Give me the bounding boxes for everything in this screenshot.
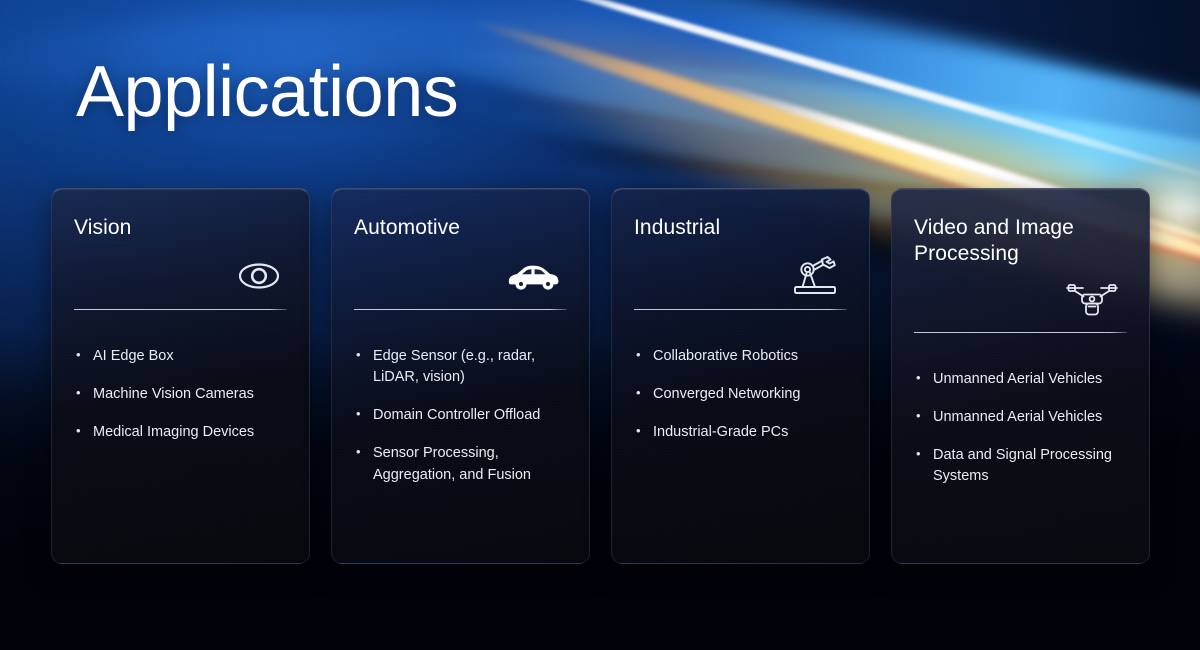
- card-industrial[interactable]: Industrial • Collaborative Robotics • Co…: [611, 188, 870, 564]
- list-item: Industrial-Grade PCs: [634, 421, 847, 443]
- list-item: Data and Signal Processing Systems: [914, 444, 1127, 487]
- drone-icon: [1063, 280, 1121, 318]
- list-item: Sensor Processing, Aggregation, and Fusi…: [354, 442, 567, 485]
- eye-icon: [237, 261, 281, 291]
- card-title: Industrial: [634, 216, 721, 239]
- list-item: Collaborative Robotics: [634, 345, 847, 367]
- card-title: Video and Image Processing: [914, 216, 1074, 266]
- card-divider: [74, 309, 287, 310]
- card-bullet-list: Unmanned Aerial Vehicles Unmanned Aerial…: [914, 368, 1127, 505]
- card-vision[interactable]: Vision AI Edge Box Machine Vision Camera…: [51, 188, 310, 564]
- card-bullet-list: Collaborative Robotics Converged Network…: [634, 345, 847, 460]
- robot-arm-icon: [789, 254, 841, 298]
- card-automotive[interactable]: Automotive • Edge Sensor (e.g., radar, L…: [331, 188, 590, 564]
- list-item: AI Edge Box: [74, 345, 287, 367]
- card-bullet-list: Edge Sensor (e.g., radar, LiDAR, vision)…: [354, 345, 567, 503]
- application-cards: Vision AI Edge Box Machine Vision Camera…: [51, 188, 1151, 564]
- card-icon-row: [634, 245, 847, 307]
- card-divider: [914, 331, 1127, 333]
- card-video-image-processing[interactable]: Video and Image Processing • Unmanned Ae…: [891, 188, 1150, 564]
- card-bullet-list: AI Edge Box Machine Vision Cameras Medic…: [74, 345, 287, 460]
- list-item: Unmanned Aerial Vehicles: [914, 406, 1127, 428]
- slide-canvas: Applications Vision AI Edge Box Mach: [0, 0, 1200, 650]
- card-divider: [354, 309, 567, 310]
- card-divider: [634, 309, 847, 310]
- list-item: Domain Controller Offload: [354, 404, 567, 426]
- page-title: Applications: [76, 52, 459, 132]
- car-icon: [505, 260, 561, 292]
- list-item: Converged Networking: [634, 383, 847, 405]
- list-item: Edge Sensor (e.g., radar, LiDAR, vision): [354, 345, 567, 388]
- card-icon-row: [354, 245, 567, 307]
- list-item: Medical Imaging Devices: [74, 421, 287, 443]
- list-item: Machine Vision Cameras: [74, 383, 287, 405]
- card-title: Vision: [74, 216, 132, 239]
- list-item: Unmanned Aerial Vehicles: [914, 368, 1127, 390]
- card-title: Automotive: [354, 216, 461, 239]
- card-icon-row: [914, 268, 1127, 330]
- card-icon-row: [74, 245, 287, 307]
